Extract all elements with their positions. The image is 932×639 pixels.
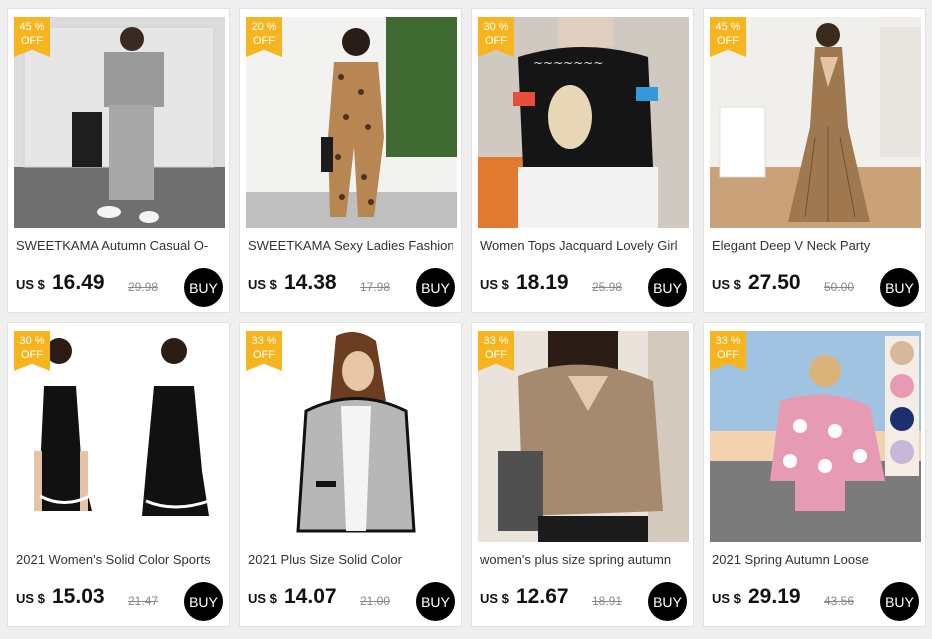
original-price: 50.00 (824, 280, 855, 294)
original-price: 43.56 (824, 594, 855, 608)
product-card[interactable]: 30 % OFF 2021 Women's Solid Color Sports… (7, 322, 230, 627)
buy-button[interactable]: BUY (416, 268, 455, 307)
discount-off-label: OFF (21, 35, 43, 47)
product-image[interactable]: 45 % OFF (710, 17, 921, 228)
currency-label: US $ (248, 277, 277, 292)
product-card[interactable]: 33 % OFF 2021 Plus Size Solid Color US $… (239, 322, 462, 627)
discount-off-label: OFF (717, 35, 739, 47)
buy-button[interactable]: BUY (880, 268, 919, 307)
product-title[interactable]: Elegant Deep V Neck Party (712, 238, 917, 253)
product-image[interactable]: 45 % OFF (14, 17, 225, 228)
product-card[interactable]: 45 % OFF Elegant Deep V Neck Party US $ … (703, 8, 926, 313)
currency-label: US $ (712, 591, 741, 606)
product-price: 15.03 (52, 585, 105, 608)
product-title[interactable]: women's plus size spring autumn (480, 552, 685, 567)
original-price: 18.91 (592, 594, 623, 608)
discount-percent: 33 % (483, 335, 509, 347)
discount-percent: 45 % (715, 21, 741, 33)
currency-label: US $ (480, 591, 509, 606)
product-price: 16.49 (52, 271, 105, 294)
discount-off-label: OFF (485, 35, 507, 47)
product-title[interactable]: 2021 Spring Autumn Loose (712, 552, 917, 567)
product-title[interactable]: Women Tops Jacquard Lovely Girl (480, 238, 685, 253)
currency-label: US $ (16, 277, 45, 292)
discount-percent: 45 % (19, 21, 45, 33)
discount-off-label: OFF (253, 35, 275, 47)
product-image[interactable]: 20 % OFF (246, 17, 457, 228)
product-card[interactable]: 20 % OFF SWEETKAMA Sexy Ladies Fashion U… (239, 8, 462, 313)
product-grid: 45 % OFF SWEETKAMA Autumn Casual O- US $… (0, 0, 932, 639)
currency-label: US $ (16, 591, 45, 606)
discount-off-label: OFF (485, 349, 507, 361)
product-image[interactable]: 33 % OFF (478, 331, 689, 542)
buy-button[interactable]: BUY (184, 582, 223, 621)
currency-label: US $ (480, 277, 509, 292)
product-price: 12.67 (516, 585, 569, 608)
discount-off-label: OFF (21, 349, 43, 361)
product-price: 29.19 (748, 585, 801, 608)
product-image[interactable]: 33 % OFF (710, 331, 921, 542)
original-price: 21.00 (360, 594, 391, 608)
product-price: 14.07 (284, 585, 337, 608)
original-price: 29.98 (128, 280, 159, 294)
buy-button[interactable]: BUY (880, 582, 919, 621)
discount-percent: 33 % (251, 335, 277, 347)
product-price: 14.38 (284, 271, 337, 294)
product-image[interactable]: 33 % OFF (246, 331, 457, 542)
discount-off-label: OFF (717, 349, 739, 361)
product-title[interactable]: 2021 Plus Size Solid Color (248, 552, 453, 567)
discount-off-label: OFF (253, 349, 275, 361)
original-price: 25.98 (592, 280, 623, 294)
product-card[interactable]: 45 % OFF SWEETKAMA Autumn Casual O- US $… (7, 8, 230, 313)
product-card[interactable]: 33 % OFF women's plus size spring autumn… (471, 322, 694, 627)
discount-percent: 30 % (483, 21, 509, 33)
product-image[interactable]: ~~~~~~~ 30 % OFF (478, 17, 689, 228)
original-price: 17.98 (360, 280, 391, 294)
buy-button[interactable]: BUY (648, 582, 687, 621)
original-price: 21.47 (128, 594, 159, 608)
buy-button[interactable]: BUY (416, 582, 455, 621)
product-card[interactable]: ~~~~~~~ 30 % OFF Women Tops Jacquard Lov… (471, 8, 694, 313)
buy-button[interactable]: BUY (648, 268, 687, 307)
product-price: 18.19 (516, 271, 569, 294)
product-title[interactable]: SWEETKAMA Autumn Casual O- (16, 238, 221, 253)
product-card[interactable]: 33 % OFF 2021 Spring Autumn Loose US $ 2… (703, 322, 926, 627)
discount-percent: 30 % (19, 335, 45, 347)
buy-button[interactable]: BUY (184, 268, 223, 307)
product-image[interactable]: 30 % OFF (14, 331, 225, 542)
discount-percent: 33 % (715, 335, 741, 347)
discount-percent: 20 % (251, 21, 277, 33)
svg-text:~~~~~~~: ~~~~~~~ (533, 56, 603, 70)
product-title[interactable]: 2021 Women's Solid Color Sports (16, 552, 221, 567)
product-price: 27.50 (748, 271, 801, 294)
currency-label: US $ (712, 277, 741, 292)
product-title[interactable]: SWEETKAMA Sexy Ladies Fashion (248, 238, 453, 253)
currency-label: US $ (248, 591, 277, 606)
